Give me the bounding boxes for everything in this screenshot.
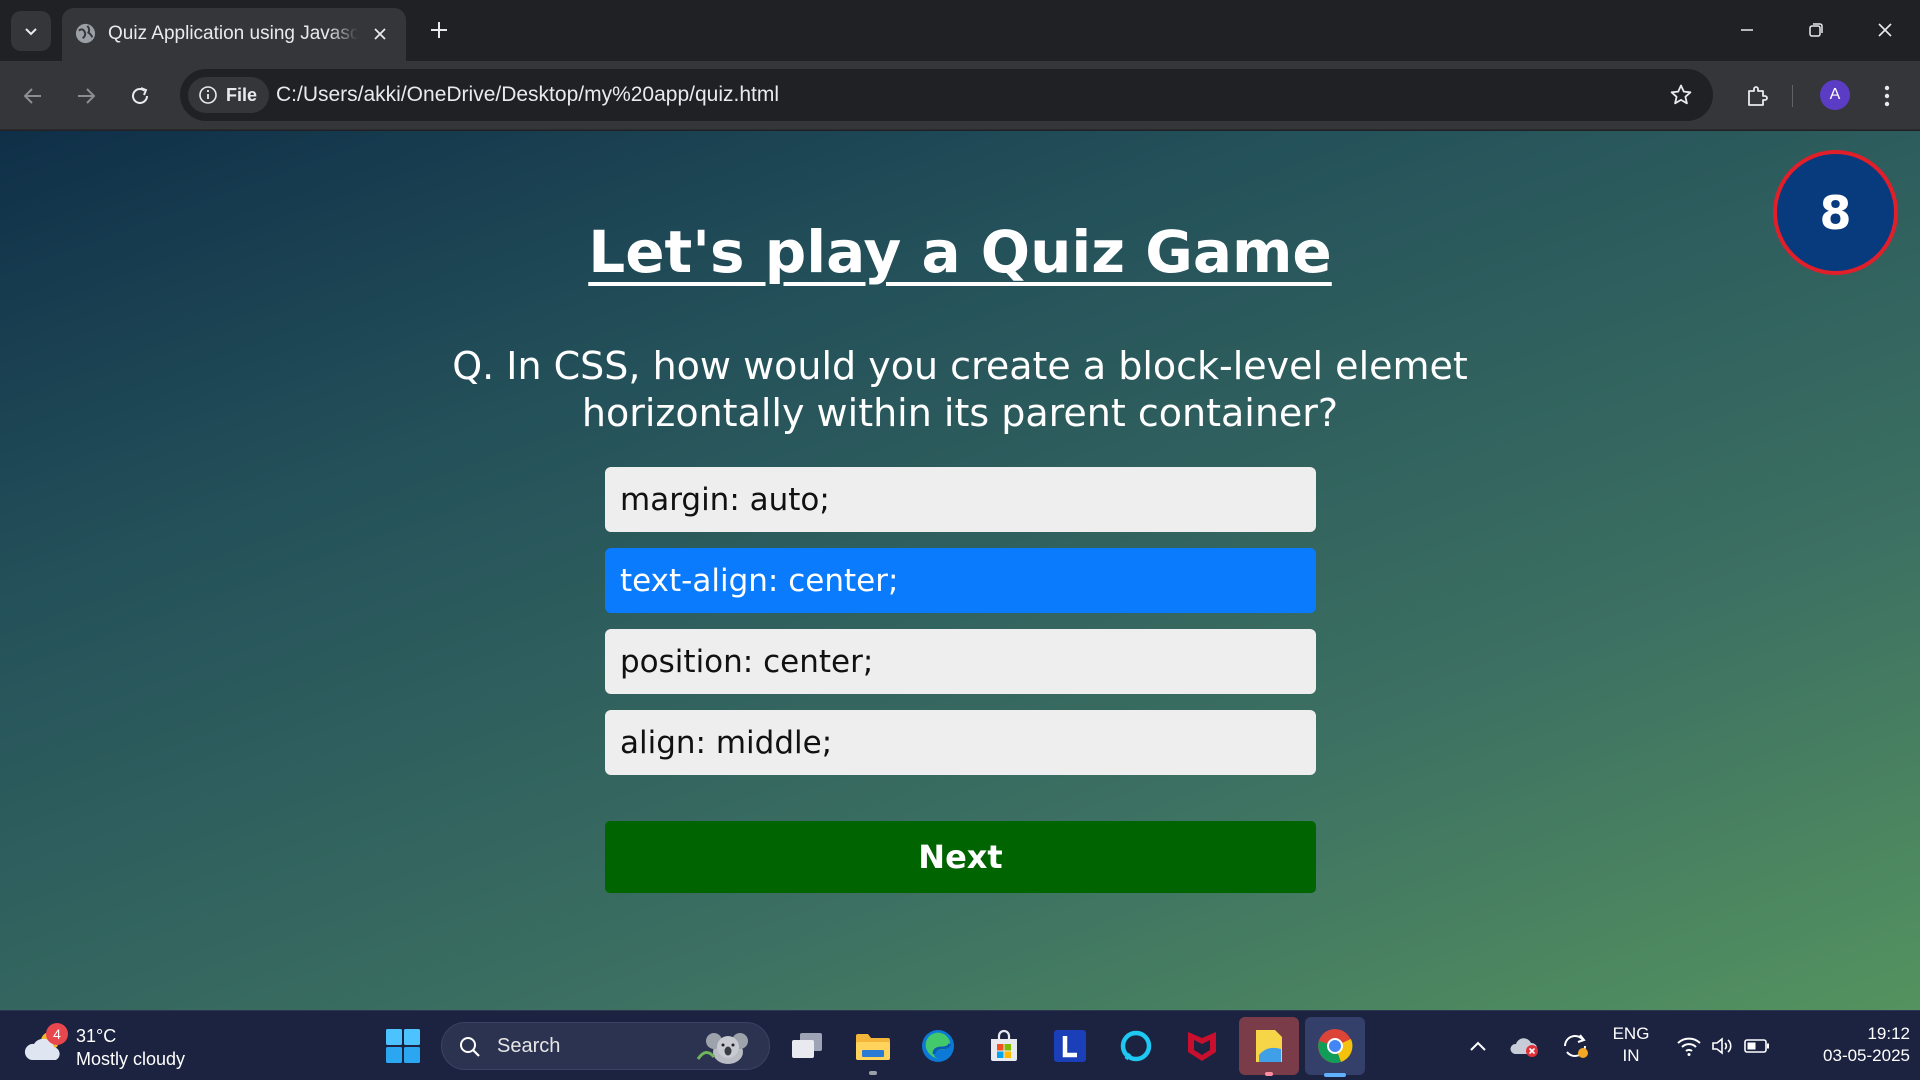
site-info-chip[interactable]: File (188, 77, 270, 113)
weather-alert-badge: 4 (46, 1023, 68, 1045)
mcafee-button[interactable] (1180, 1024, 1224, 1068)
wifi-icon (1677, 1037, 1701, 1056)
question-text: Q. In CSS, how would you create a block-… (452, 344, 1468, 435)
clock-date: 03-05-2025 (1823, 1046, 1910, 1065)
new-tab-button[interactable] (422, 13, 456, 47)
browser-toolbar: File C:/Users/akki/OneDrive/Desktop/my%2… (0, 61, 1920, 130)
region-code: IN (1622, 1046, 1640, 1065)
quiz-title-text: Let's play a Quiz Game (588, 218, 1332, 286)
sync-icon (1564, 1034, 1588, 1058)
chevron-down-icon (25, 28, 37, 36)
weather-condition: Mostly cloudy (76, 1049, 186, 1069)
info-icon (199, 86, 217, 104)
answer-option-4[interactable]: align: middle; (605, 710, 1316, 775)
file-explorer-button[interactable] (851, 1024, 895, 1075)
clock[interactable]: 19:12 03-05-2025 (1790, 1023, 1910, 1067)
koala-search-highlight-icon (696, 1033, 748, 1064)
star-icon (1670, 84, 1692, 105)
store-icon (991, 1029, 1017, 1061)
paint-app-button[interactable] (1239, 1017, 1299, 1076)
arrow-left-icon (23, 88, 41, 104)
running-indicator (869, 1071, 877, 1075)
folder-icon (856, 1034, 890, 1060)
weather-widget[interactable]: 4 31°C Mostly cloudy (24, 1023, 224, 1069)
edge-button[interactable] (916, 1024, 960, 1068)
answer-option-2[interactable]: text-align: center; (605, 548, 1316, 613)
restore-button[interactable] (1796, 10, 1836, 50)
edge-browser-icon (922, 1030, 954, 1062)
url-text[interactable]: C:/Users/akki/OneDrive/Desktop/my%20app/… (276, 83, 779, 107)
countdown-timer: 8 (1773, 150, 1898, 275)
toolbar-divider (1792, 85, 1793, 107)
sync-status-button[interactable] (1553, 1024, 1597, 1068)
minimize-icon (1741, 29, 1753, 31)
chrome-icon (1318, 1029, 1353, 1064)
close-window-button[interactable] (1865, 10, 1905, 50)
arrow-right-icon (78, 88, 96, 104)
l-app-button[interactable] (1048, 1024, 1092, 1068)
windows-logo-icon (386, 1029, 420, 1063)
taskbar-search[interactable]: Search (441, 1022, 770, 1070)
alexa-ring-icon (1120, 1030, 1152, 1062)
active-app-indicator (1324, 1073, 1346, 1077)
page-viewport: Let's play a Quiz Game 8 Q. In CSS, how … (0, 131, 1920, 1010)
plus-icon (431, 22, 447, 38)
quiz-title: Let's play a Quiz Game (0, 218, 1920, 286)
tab-search-button[interactable] (11, 11, 51, 51)
answer-options: margin: auto; text-align: center; positi… (605, 467, 1316, 791)
minimize-button[interactable] (1727, 10, 1767, 50)
clock-time: 19:12 (1867, 1024, 1910, 1043)
reload-button[interactable] (121, 77, 159, 115)
volume-icon (1712, 1037, 1732, 1055)
task-view-button[interactable] (785, 1024, 829, 1068)
next-button[interactable]: Next (605, 821, 1316, 893)
forward-button[interactable] (67, 77, 105, 115)
battery-icon (1744, 1039, 1769, 1053)
profile-avatar[interactable]: A (1820, 80, 1850, 110)
search-icon (460, 1037, 480, 1057)
show-hidden-icons-button[interactable] (1456, 1024, 1500, 1068)
reload-icon (132, 87, 148, 104)
puzzle-icon (1748, 86, 1768, 106)
globe-icon (75, 23, 96, 44)
tab-title: Quiz Application using Javascript (108, 23, 358, 45)
language-code: ENG (1612, 1024, 1650, 1043)
alexa-button[interactable] (1114, 1024, 1158, 1068)
task-view-icon (792, 1033, 822, 1058)
chrome-button[interactable] (1305, 1017, 1365, 1077)
close-icon (374, 28, 386, 40)
active-tab[interactable]: Quiz Application using Javascript (62, 8, 406, 61)
address-bar[interactable]: File C:/Users/akki/OneDrive/Desktop/my%2… (180, 69, 1713, 121)
weather-temperature: 31°C (76, 1026, 117, 1046)
chevron-up-icon (1470, 1041, 1486, 1051)
answer-option-1[interactable]: margin: auto; (605, 467, 1316, 532)
tab-strip: Quiz Application using Javascript (0, 0, 1920, 61)
microsoft-store-button[interactable] (982, 1024, 1026, 1068)
onedrive-status-button[interactable] (1503, 1024, 1547, 1068)
tab-close-button[interactable] (366, 20, 394, 48)
browser-menu-button[interactable] (1868, 77, 1906, 115)
start-button[interactable] (381, 1024, 425, 1068)
running-indicator (1265, 1072, 1273, 1076)
site-chip-label: File (226, 84, 258, 105)
restore-icon (1809, 23, 1823, 37)
letter-l-app-icon (1054, 1030, 1086, 1062)
answer-option-3[interactable]: position: center; (605, 629, 1316, 694)
more-vertical-icon (1884, 85, 1890, 107)
cloud-error-icon (1510, 1038, 1538, 1057)
close-icon (1878, 23, 1892, 37)
back-button[interactable] (14, 77, 52, 115)
mcafee-shield-icon (1188, 1032, 1216, 1061)
taskbar: 4 31°C Mostly cloudy Search ENG IN 19:12… (0, 1010, 1920, 1080)
search-placeholder: Search (497, 1035, 561, 1057)
extensions-button[interactable] (1738, 77, 1776, 115)
bookmark-button[interactable] (1667, 81, 1695, 109)
sticky-notes-icon (1256, 1030, 1282, 1062)
quick-settings-button[interactable] (1668, 1024, 1778, 1068)
language-indicator[interactable]: ENG IN (1604, 1023, 1658, 1067)
